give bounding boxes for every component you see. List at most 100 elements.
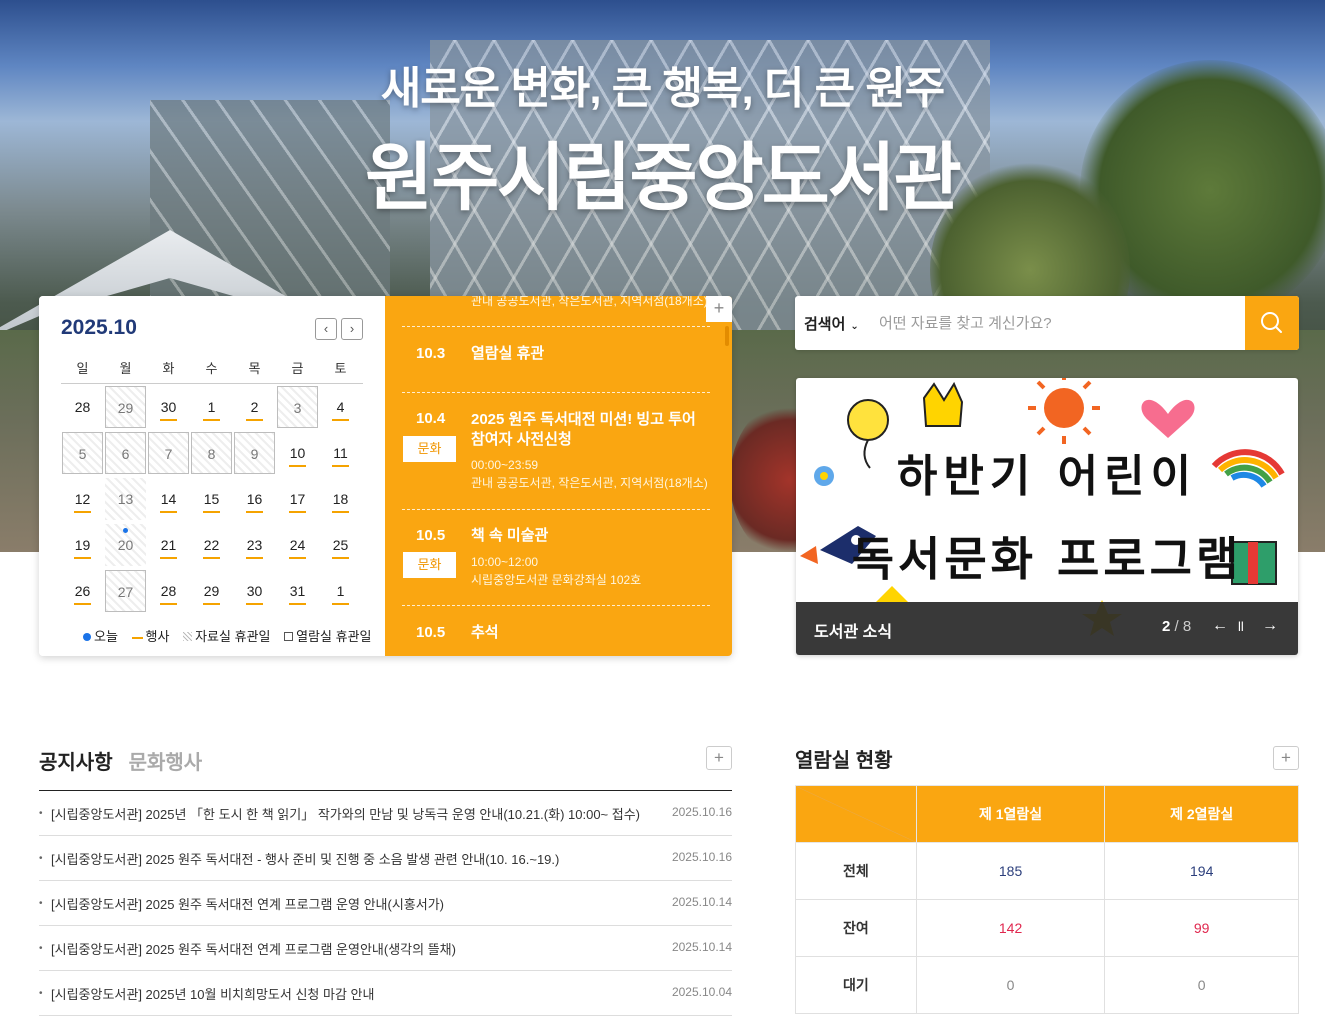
event-line-icon [131,636,143,639]
bullet-icon: • [39,988,43,999]
event-date: 10.5 [416,624,446,641]
calendar-day[interactable]: 11 [320,432,361,474]
notice-title[interactable]: [시립중앙도서관] 2025년 10월 비치희망도서 신청 마감 안내 [51,984,374,1003]
calendar-day[interactable]: 22 [191,524,232,566]
calendar-day[interactable]: 6 [105,432,146,474]
seat-count: 0 [1104,956,1299,1014]
calendar-day[interactable]: 16 [234,478,275,520]
calendar-day[interactable]: 21 [148,524,189,566]
notice-date: 2025.10.14 [671,895,732,909]
calendar-day[interactable]: 7 [148,432,189,474]
calendar-day[interactable]: 31 [277,570,318,612]
banner-pause-button[interactable]: ll [1238,619,1244,634]
weekday-label: 화 [162,361,175,376]
row-label: 잔여 [795,899,917,957]
event-list: + 관내 공공도서관, 작은도서관, 지역서점(18개소) 10.3 열람실 휴… [385,296,732,656]
event-separator [402,326,710,327]
event-place: 관내 공공도서관, 작은도서관, 지역서점(18개소) [471,296,708,308]
calendar-day-today[interactable]: 20 [105,524,146,566]
calendar-day[interactable]: 1 [320,570,361,612]
calendar-widget: 2025.10 ‹ › 일 월 화 수 목 금 토 28 29 30 1 2 3… [39,296,732,656]
calendar-day[interactable]: 12 [62,478,103,520]
calendar-day[interactable]: 23 [234,524,275,566]
event-separator [402,605,710,606]
event-place: 시립중앙도서관 문화강좌실 102호 [471,573,642,587]
hero-slogan: 새로운 변화, 큰 행복, 더 큰 원주 [380,64,946,113]
events-scrollbar[interactable] [725,326,729,346]
calendar-day[interactable]: 24 [277,524,318,566]
list-item[interactable]: • [시립중앙도서관] 2025년 10월 비치희망도서 신청 마감 안내 20… [39,971,732,1016]
list-item[interactable]: • [시립중앙도서관] 2025년 「한 도시 한 책 읽기」 작가와의 만남 … [39,791,732,836]
calendar-day[interactable]: 18 [320,478,361,520]
notice-more-button[interactable]: + [706,746,732,770]
calendar-day[interactable]: 29 [105,386,146,428]
notice-title[interactable]: [시립중앙도서관] 2025 원주 독서대전 연계 프로그램 운영안내(생각의 … [51,939,456,958]
calendar-divider [61,383,363,384]
banner-subheadline: 독서문화 프로그램 [851,532,1243,586]
event-time: 00:00~23:59 [471,458,539,472]
search-scope-select[interactable]: 검색어 ⌄ [804,313,859,334]
list-item[interactable]: • [시립중앙도서관] 2025 원주 독서대전 연계 프로그램 운영 안내(시… [39,881,732,926]
notice-title[interactable]: [시립중앙도서관] 2025 원주 독서대전 연계 프로그램 운영 안내(시홍서… [51,894,444,913]
list-item[interactable]: • [시립중앙도서관] 2025 원주 독서대전 연계 프로그램 운영안내(생각… [39,926,732,971]
weekday-label: 일 [76,361,89,376]
search-input[interactable] [879,308,1239,338]
banner-prev-button[interactable]: ← [1212,617,1228,635]
calendar-day[interactable]: 28 [62,386,103,428]
calendar-day[interactable]: 30 [148,386,189,428]
calendar-day[interactable]: 3 [277,386,318,428]
calendar-day[interactable]: 1 [191,386,232,428]
calendar-day[interactable]: 2 [234,386,275,428]
calendar-day[interactable]: 19 [62,524,103,566]
search-icon [1261,312,1282,333]
event-title[interactable]: 2025 원주 독서대전 미션! 빙고 투어 참여자 사전신청 [471,410,701,450]
banner-next-button[interactable]: → [1262,617,1278,635]
tab-notice[interactable]: 공지사항 [39,752,113,774]
notice-title[interactable]: [시립중앙도서관] 2025년 「한 도시 한 책 읽기」 작가와의 만남 및 … [51,804,640,823]
event-time: 10:00~12:00 [471,555,539,569]
calendar-day[interactable]: 30 [234,570,275,612]
calendar-day[interactable]: 10 [277,432,318,474]
calendar-day[interactable]: 14 [148,478,189,520]
event-title[interactable]: 추석 [471,623,701,643]
calendar-day[interactable]: 4 [320,386,361,428]
tab-culture-events[interactable]: 문화행사 [129,752,203,774]
legend-today: 오늘 [83,629,118,644]
hero-title: 원주시립중앙도서관 [365,136,962,219]
calendar-day[interactable]: 28 [148,570,189,612]
list-item[interactable]: • [시립중앙도서관] 2025 원주 독서대전 - 행사 준비 및 진행 중 … [39,836,732,881]
bullet-icon: • [39,853,43,864]
calendar: 2025.10 ‹ › 일 월 화 수 목 금 토 28 29 30 1 2 3… [39,296,385,656]
calendar-day[interactable]: 9 [234,432,275,474]
events-more-button[interactable]: + [706,296,732,322]
legend-closed-material: 자료실 휴관일 [183,629,270,644]
calendar-day[interactable]: 13 [105,478,146,520]
calendar-prev-button[interactable]: ‹ [315,318,337,340]
event-place: 관내 공공도서관, 작은도서관, 지역서점(18개소) [471,476,708,490]
legend-closed-reading: 열람실 휴관일 [284,629,371,644]
calendar-day[interactable]: 17 [277,478,318,520]
seat-count: 0 [915,956,1106,1014]
calendar-day[interactable]: 25 [320,524,361,566]
table-corner-cell [795,785,917,843]
reading-room-more-button[interactable]: + [1273,746,1299,770]
calendar-next-button[interactable]: › [341,318,363,340]
event-tag: 문화 [403,436,456,462]
calendar-year-month: 2025.10 [61,316,137,339]
chevron-down-icon: ⌄ [850,321,859,332]
news-banner[interactable]: 하반기 어린이 독서문화 프로그램 도서관 소식 2 / 8 ← ll → [796,378,1298,655]
empty-box-icon [284,632,294,641]
search-bar: 검색어 ⌄ [795,296,1299,350]
calendar-day[interactable]: 8 [191,432,232,474]
calendar-day[interactable]: 29 [191,570,232,612]
calendar-day[interactable]: 26 [62,570,103,612]
search-button[interactable] [1245,296,1299,350]
seat-count: 99 [1104,899,1299,957]
event-title[interactable]: 책 속 미술관 [471,526,701,546]
calendar-day[interactable]: 5 [62,432,103,474]
event-title[interactable]: 열람실 휴관 [471,344,701,364]
calendar-day[interactable]: 15 [191,478,232,520]
calendar-day[interactable]: 27 [105,570,146,612]
seat-count: 185 [915,842,1106,900]
notice-title[interactable]: [시립중앙도서관] 2025 원주 독서대전 - 행사 준비 및 진행 중 소음… [51,849,559,868]
